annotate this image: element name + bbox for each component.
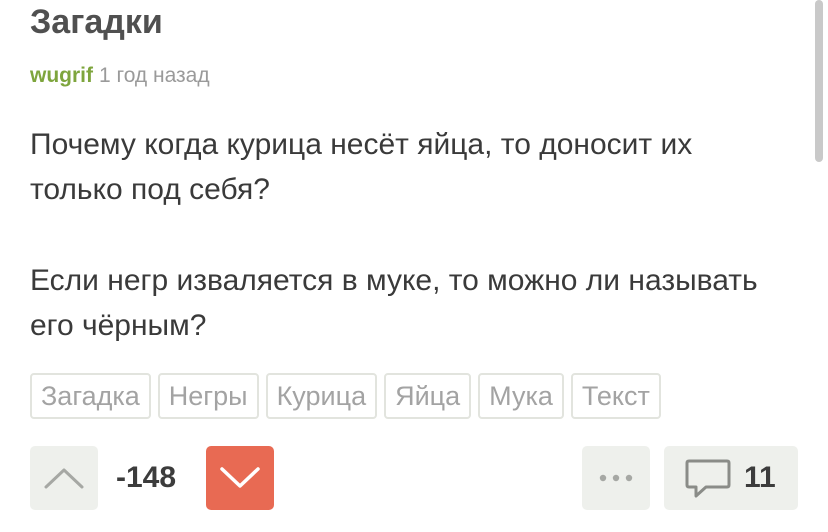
scrollbar-thumb[interactable] bbox=[815, 0, 823, 162]
chevron-down-icon bbox=[220, 467, 260, 488]
post-meta: wugrif 1 год назад bbox=[30, 62, 210, 90]
upvote-button[interactable] bbox=[30, 446, 98, 510]
rating-value: -148 bbox=[116, 461, 177, 494]
author-link[interactable]: wugrif bbox=[30, 64, 93, 87]
tag-item[interactable]: Загадка bbox=[30, 373, 151, 419]
tag-item[interactable]: Яйца bbox=[384, 373, 472, 419]
tag-list: Загадка Негры Курица Яйца Мука Текст bbox=[30, 373, 661, 419]
body-line: его чёрным? bbox=[30, 309, 207, 342]
more-dots-icon bbox=[599, 474, 633, 482]
post-title[interactable]: Загадки bbox=[30, 2, 163, 42]
comments-count: 11 bbox=[744, 461, 776, 494]
body-line: Почему когда курица несёт яйца, то донос… bbox=[30, 128, 693, 161]
body-line: только под себя? bbox=[30, 173, 270, 206]
comments-button[interactable]: 11 bbox=[664, 446, 798, 510]
tag-item[interactable]: Мука bbox=[478, 373, 564, 419]
tag-item[interactable]: Негры bbox=[157, 373, 259, 419]
tag-item[interactable]: Текст bbox=[570, 373, 661, 419]
post-body: Почему когда курица несёт яйца, то донос… bbox=[30, 122, 810, 348]
chevron-up-icon bbox=[44, 468, 84, 489]
more-button[interactable] bbox=[582, 446, 650, 510]
downvote-button[interactable] bbox=[206, 446, 274, 510]
speech-bubble-icon bbox=[685, 459, 731, 498]
body-line: Если негр изваляется в муке, то можно ли… bbox=[30, 264, 758, 297]
tag-item[interactable]: Курица bbox=[265, 373, 378, 419]
post-time: 1 год назад bbox=[99, 64, 210, 87]
